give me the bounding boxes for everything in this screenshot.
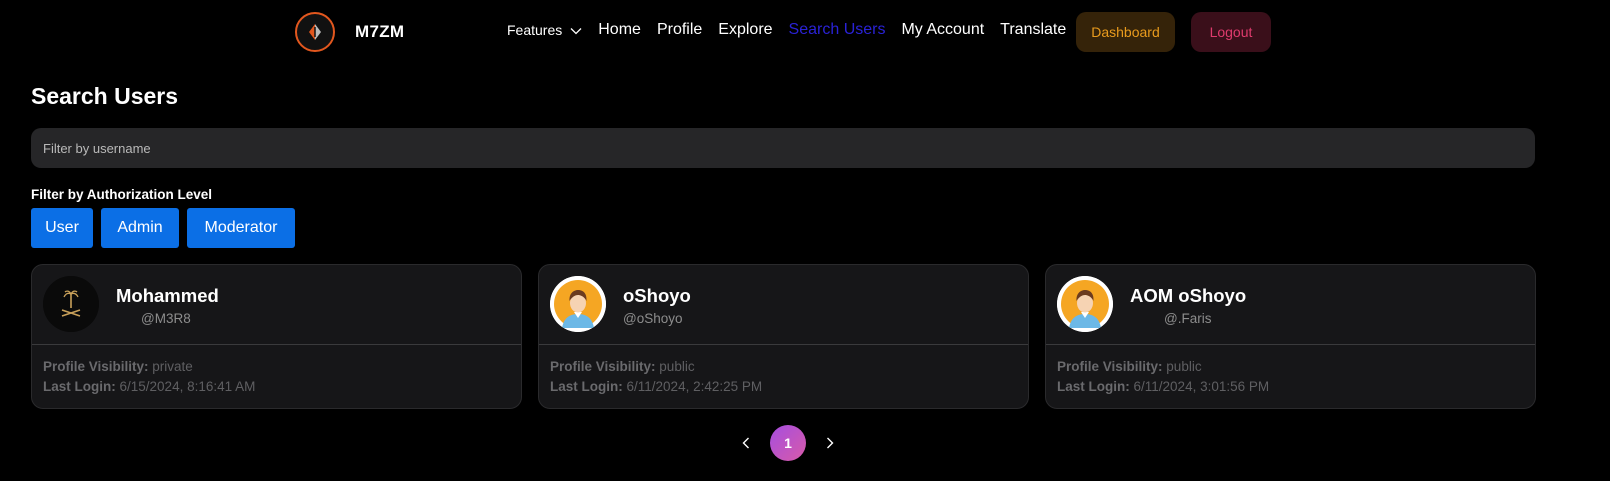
profile-visibility-label: Profile Visibility: [1057, 359, 1163, 374]
card-divider [32, 344, 521, 345]
brand-logo-icon[interactable] [295, 12, 335, 52]
next-page-chevron-right-icon[interactable] [820, 433, 840, 453]
nav-link-profile[interactable]: Profile [657, 21, 702, 39]
page-number-button[interactable]: 1 [770, 425, 806, 461]
last-login: Last Login: 6/11/2024, 3:01:56 PM [1057, 379, 1269, 394]
filter-moderator-button[interactable]: Moderator [187, 208, 295, 248]
nav-features-dropdown[interactable]: Features [507, 22, 582, 38]
user-handle: @.Faris [1164, 311, 1212, 326]
card-divider [539, 344, 1028, 345]
nav-link-explore[interactable]: Explore [718, 21, 772, 39]
user-handle: @oShoyo [623, 311, 683, 326]
user-card[interactable]: AOM oShoyo @.Faris Profile Visibility: p… [1045, 264, 1536, 409]
default-user-avatar-icon [1057, 276, 1113, 332]
nav-link-translate[interactable]: Translate [1000, 21, 1066, 39]
nav-features-label: Features [507, 22, 563, 38]
last-login-label: Last Login: [1057, 379, 1130, 394]
last-login-value: 6/15/2024, 8:16:41 AM [119, 379, 256, 394]
top-navbar: M7ZM Features Home Profile Explore Searc… [0, 0, 1610, 64]
user-results-list: Mohammed @M3R8 Profile Visibility: priva… [31, 264, 1536, 409]
filter-admin-button[interactable]: Admin [101, 208, 179, 248]
last-login-value: 6/11/2024, 3:01:56 PM [1133, 379, 1270, 394]
page-title: Search Users [31, 83, 179, 109]
profile-visibility: Profile Visibility: private [43, 359, 193, 374]
profile-visibility: Profile Visibility: public [550, 359, 695, 374]
nav-link-my-account[interactable]: My Account [901, 21, 984, 39]
card-divider [1046, 344, 1535, 345]
username-search-input[interactable] [31, 128, 1535, 168]
filter-user-button[interactable]: User [31, 208, 93, 248]
authorization-filter-group: User Admin Moderator [31, 208, 303, 248]
logout-button[interactable]: Logout [1191, 12, 1271, 52]
profile-visibility: Profile Visibility: public [1057, 359, 1202, 374]
brand-name[interactable]: M7ZM [355, 22, 404, 42]
nav-link-search-users[interactable]: Search Users [789, 21, 886, 39]
dashboard-button[interactable]: Dashboard [1076, 12, 1175, 52]
user-display-name: Mohammed [116, 285, 219, 306]
authorization-filter-label: Filter by Authorization Level [31, 187, 213, 202]
chevron-down-icon [570, 27, 582, 34]
pagination: 1 [736, 425, 840, 461]
emblem-icon [43, 276, 99, 332]
last-login-value: 6/11/2024, 2:42:25 PM [626, 379, 763, 394]
user-card[interactable]: Mohammed @M3R8 Profile Visibility: priva… [31, 264, 522, 409]
nav-links: Features Home Profile Explore Search Use… [507, 21, 1082, 39]
user-display-name: oShoyo [623, 285, 691, 306]
profile-visibility-value: public [1166, 359, 1202, 374]
user-handle: @M3R8 [141, 311, 191, 326]
nav-link-home[interactable]: Home [598, 21, 641, 39]
user-card[interactable]: oShoyo @oShoyo Profile Visibility: publi… [538, 264, 1029, 409]
default-user-avatar-icon [550, 276, 606, 332]
profile-visibility-label: Profile Visibility: [43, 359, 149, 374]
user-display-name: AOM oShoyo [1130, 285, 1247, 306]
profile-visibility-label: Profile Visibility: [550, 359, 656, 374]
profile-visibility-value: public [659, 359, 695, 374]
profile-visibility-value: private [152, 359, 193, 374]
last-login-label: Last Login: [550, 379, 623, 394]
previous-page-chevron-left-icon[interactable] [736, 433, 756, 453]
last-login: Last Login: 6/15/2024, 8:16:41 AM [43, 379, 255, 394]
last-login: Last Login: 6/11/2024, 2:42:25 PM [550, 379, 762, 394]
last-login-label: Last Login: [43, 379, 116, 394]
